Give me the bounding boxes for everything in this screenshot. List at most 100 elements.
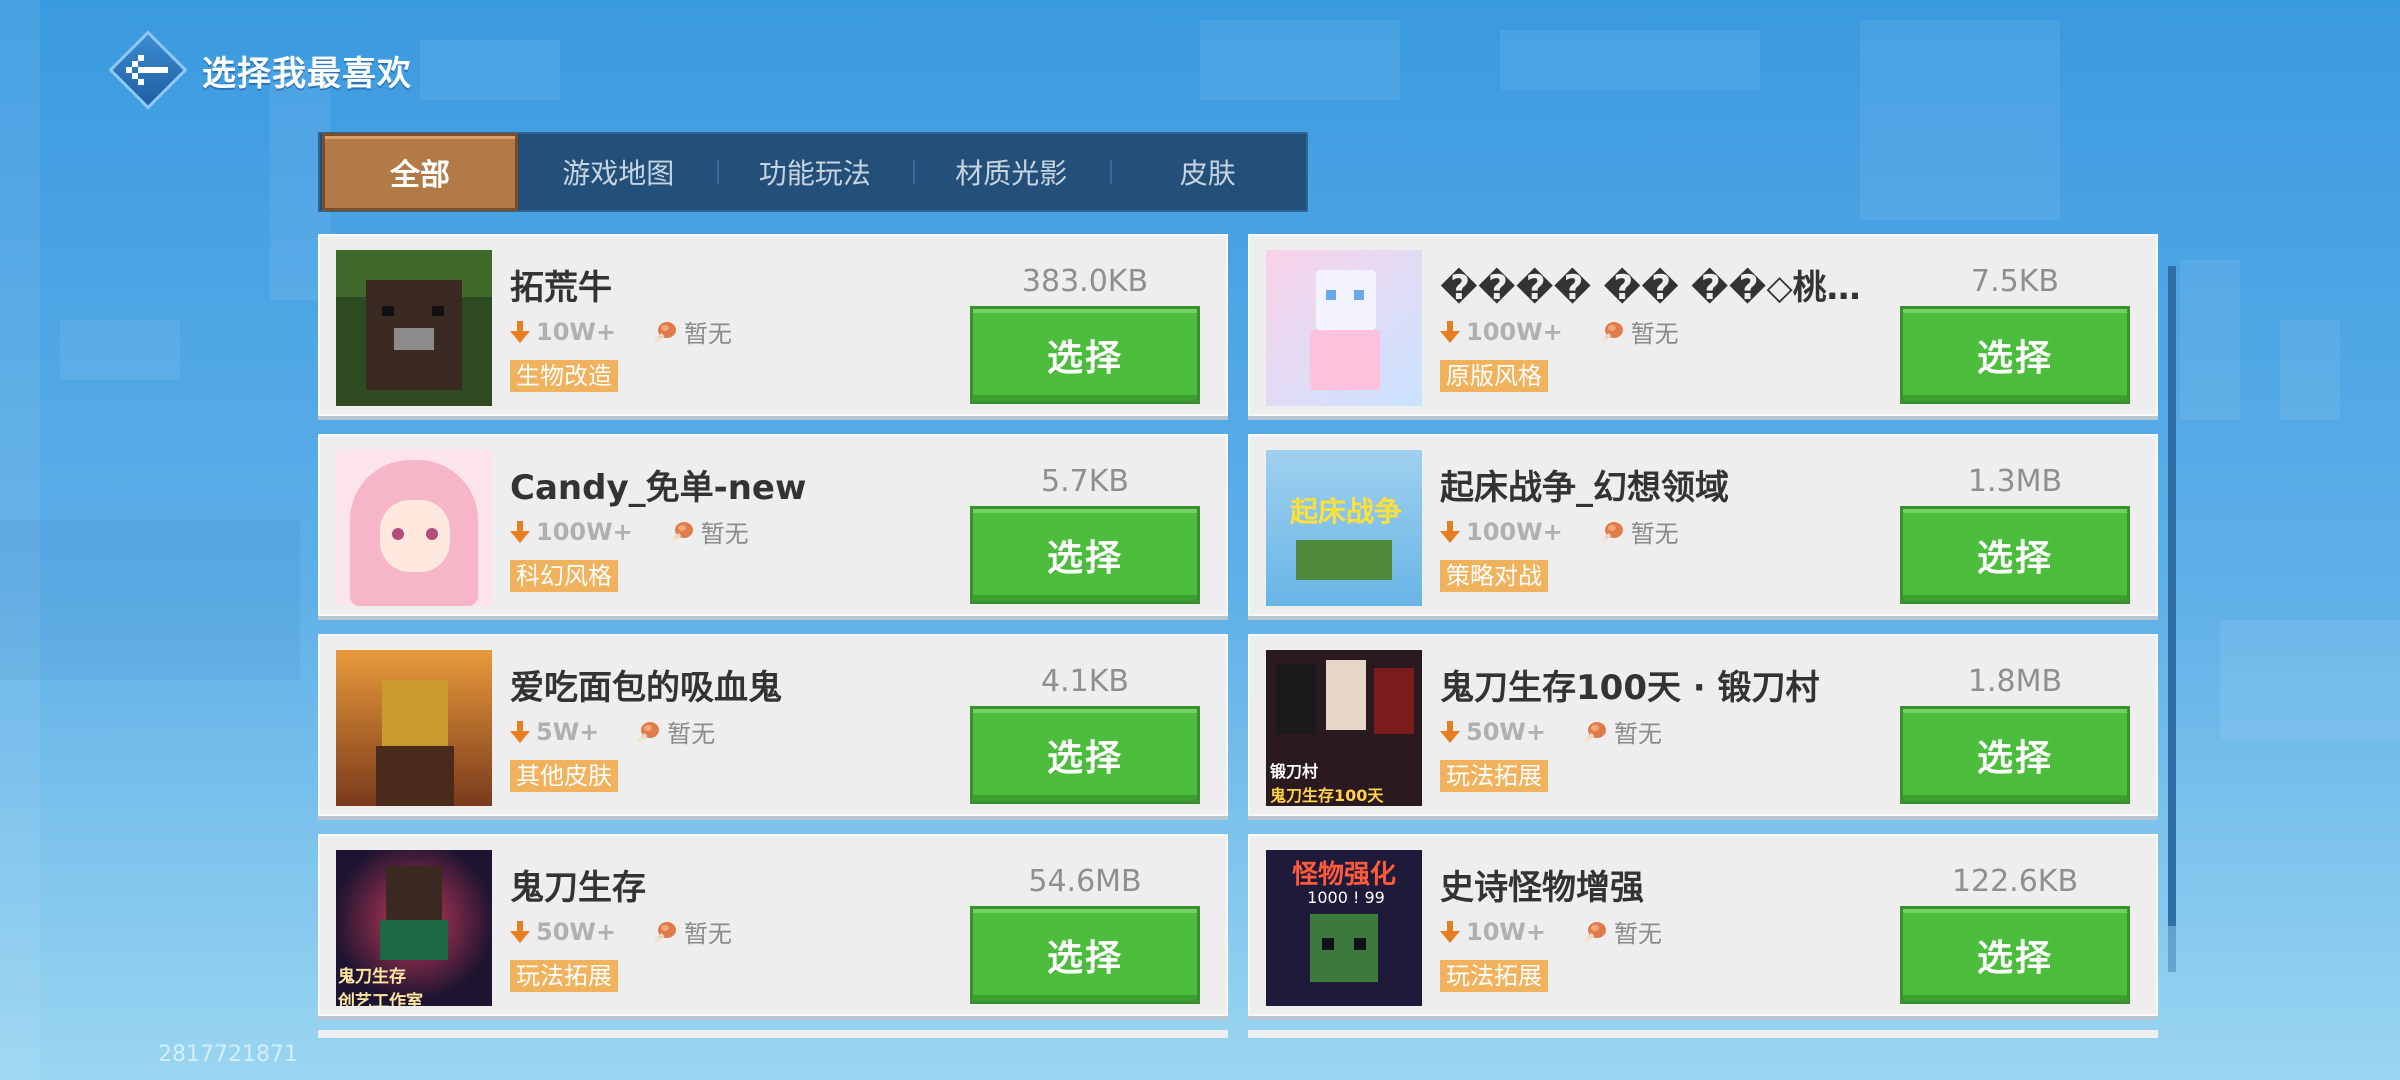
file-size: 383.0KB	[1021, 264, 1149, 299]
select-button[interactable]: 选择	[1900, 906, 2130, 1004]
drumstick-rating-icon	[1583, 721, 1606, 743]
drumstick-rating-icon	[670, 521, 693, 543]
download-count: 5W+	[536, 717, 600, 746]
select-button[interactable]: 选择	[970, 306, 1200, 404]
item-card: 拓荒牛 10W+ 暂无 生物改造 383.0KB 选择	[318, 234, 1228, 416]
rating-value: 暂无	[1613, 720, 1662, 748]
download-arrow-icon	[510, 920, 530, 943]
item-stats: 10W+ 暂无	[510, 314, 732, 349]
rating-value: 暂无	[683, 920, 732, 948]
item-card: 怪物强化 1000 ! 99 史诗怪物增强 10W+ 暂无 玩法拓展 122.6K…	[1248, 834, 2158, 1016]
tab-game-maps[interactable]: 游戏地图	[520, 134, 717, 210]
category-tabs: 全部 游戏地图 功能玩法 材质光影 皮肤	[318, 132, 1308, 212]
category-tag: 科幻风格	[510, 560, 618, 592]
item-name: 鬼刀生存	[510, 868, 646, 908]
download-count: 10W+	[1466, 917, 1546, 946]
bg-decoration	[420, 40, 560, 100]
tab-all[interactable]: 全部	[322, 133, 518, 211]
item-stats: 100W+ 暂无	[510, 514, 749, 549]
item-name: 拓荒牛	[510, 268, 612, 308]
item-thumbnail[interactable]: 怪物强化 1000 ! 99	[1266, 850, 1422, 1006]
bg-decoration	[2280, 320, 2340, 420]
select-button[interactable]: 选择	[1900, 306, 2130, 404]
item-card: Candy_免单-new 100W+ 暂无 科幻风格 5.7KB 选择	[318, 434, 1228, 616]
download-count: 50W+	[536, 917, 616, 946]
item-stats: 50W+ 暂无	[510, 914, 732, 949]
next-row-card-edge	[318, 1030, 1228, 1038]
download-arrow-icon	[510, 520, 530, 543]
select-button[interactable]: 选择	[970, 706, 1200, 804]
download-count: 100W+	[536, 517, 633, 546]
select-button[interactable]: 选择	[1900, 706, 2130, 804]
item-thumbnail[interactable]	[336, 250, 492, 406]
download-arrow-icon	[1440, 520, 1460, 543]
drumstick-rating-icon	[653, 321, 676, 343]
bg-decoration	[60, 320, 180, 380]
bg-decoration	[2220, 620, 2400, 740]
category-tag: 玩法拓展	[1440, 760, 1548, 792]
tab-skins[interactable]: 皮肤	[1109, 134, 1307, 210]
select-button[interactable]: 选择	[970, 506, 1200, 604]
back-button[interactable]	[108, 30, 188, 110]
item-thumbnail[interactable]: 鬼刀生存 创艺工作室	[336, 850, 492, 1006]
user-id: 2817721871	[158, 1042, 298, 1067]
item-card: ���� �� ��◇桃染… 100W+ 暂无 原版风格 7.5KB 选择	[1248, 234, 2158, 416]
bg-decoration	[2180, 260, 2240, 420]
item-card: 锻刀村 鬼刀生存100天 鬼刀生存100天 · 锻刀村 50W+ 暂无 玩法拓展 …	[1248, 634, 2158, 816]
item-name: Candy_免单-new	[510, 468, 807, 508]
download-count: 50W+	[1466, 717, 1546, 746]
select-button[interactable]: 选择	[970, 906, 1200, 1004]
download-arrow-icon	[510, 720, 530, 743]
rating-value: 暂无	[1613, 920, 1662, 948]
drumstick-rating-icon	[1600, 321, 1623, 343]
drumstick-rating-icon	[653, 921, 676, 943]
item-stats: 50W+ 暂无	[1440, 714, 1662, 749]
next-row-card-edge	[1248, 1030, 2158, 1038]
file-size: 5.7KB	[1041, 464, 1129, 499]
download-count: 100W+	[1466, 517, 1563, 546]
rating-value: 暂无	[700, 520, 749, 548]
item-name: 史诗怪物增强	[1440, 868, 1644, 908]
download-arrow-icon	[1440, 920, 1460, 943]
bg-decoration	[1860, 20, 2060, 220]
item-stats: 100W+ 暂无	[1440, 514, 1679, 549]
file-size: 1.3MB	[1967, 464, 2063, 499]
item-name: ���� �� ��◇桃染…	[1440, 268, 1880, 308]
thumb-caption: 起床战争	[1289, 495, 1402, 528]
rating-value: 暂无	[1630, 320, 1679, 348]
download-count: 100W+	[1466, 317, 1563, 346]
item-stats: 5W+ 暂无	[510, 714, 715, 749]
tab-textures-shaders[interactable]: 材质光影	[913, 134, 1110, 210]
item-thumbnail[interactable]: 起床战争	[1266, 450, 1422, 606]
drumstick-rating-icon	[637, 721, 660, 743]
rating-value: 暂无	[667, 720, 716, 748]
rating-value: 暂无	[683, 320, 732, 348]
category-tag: 玩法拓展	[510, 960, 618, 992]
drumstick-rating-icon	[1600, 521, 1623, 543]
select-button[interactable]: 选择	[1900, 506, 2130, 604]
file-size: 54.6MB	[1028, 864, 1142, 899]
scrollbar-thumb[interactable]	[2168, 266, 2176, 926]
item-name: 鬼刀生存100天 · 锻刀村	[1440, 668, 1820, 708]
file-size: 122.6KB	[1951, 864, 2079, 899]
item-stats: 10W+ 暂无	[1440, 914, 1662, 949]
item-stats: 100W+ 暂无	[1440, 314, 1679, 349]
back-arrow-icon	[126, 55, 168, 85]
bg-decoration	[1500, 30, 1760, 90]
item-card: 爱吃面包的吸血鬼 5W+ 暂无 其他皮肤 4.1KB 选择	[318, 634, 1228, 816]
bg-decoration	[0, 520, 300, 680]
item-thumbnail[interactable]	[336, 450, 492, 606]
page-header: 选择我最喜欢	[108, 28, 412, 112]
download-count: 10W+	[536, 317, 616, 346]
category-tag: 生物改造	[510, 360, 618, 392]
tab-function-gameplay[interactable]: 功能玩法	[716, 134, 914, 210]
file-size: 4.1KB	[1041, 664, 1129, 699]
file-size: 1.8MB	[1967, 664, 2063, 699]
item-name: 起床战争_幻想领域	[1440, 468, 1729, 508]
item-name: 爱吃面包的吸血鬼	[510, 668, 782, 708]
item-thumbnail[interactable]: 锻刀村 鬼刀生存100天	[1266, 650, 1422, 806]
rating-value: 暂无	[1630, 520, 1679, 548]
item-thumbnail[interactable]	[1266, 250, 1422, 406]
category-tag: 策略对战	[1440, 560, 1548, 592]
item-thumbnail[interactable]	[336, 650, 492, 806]
